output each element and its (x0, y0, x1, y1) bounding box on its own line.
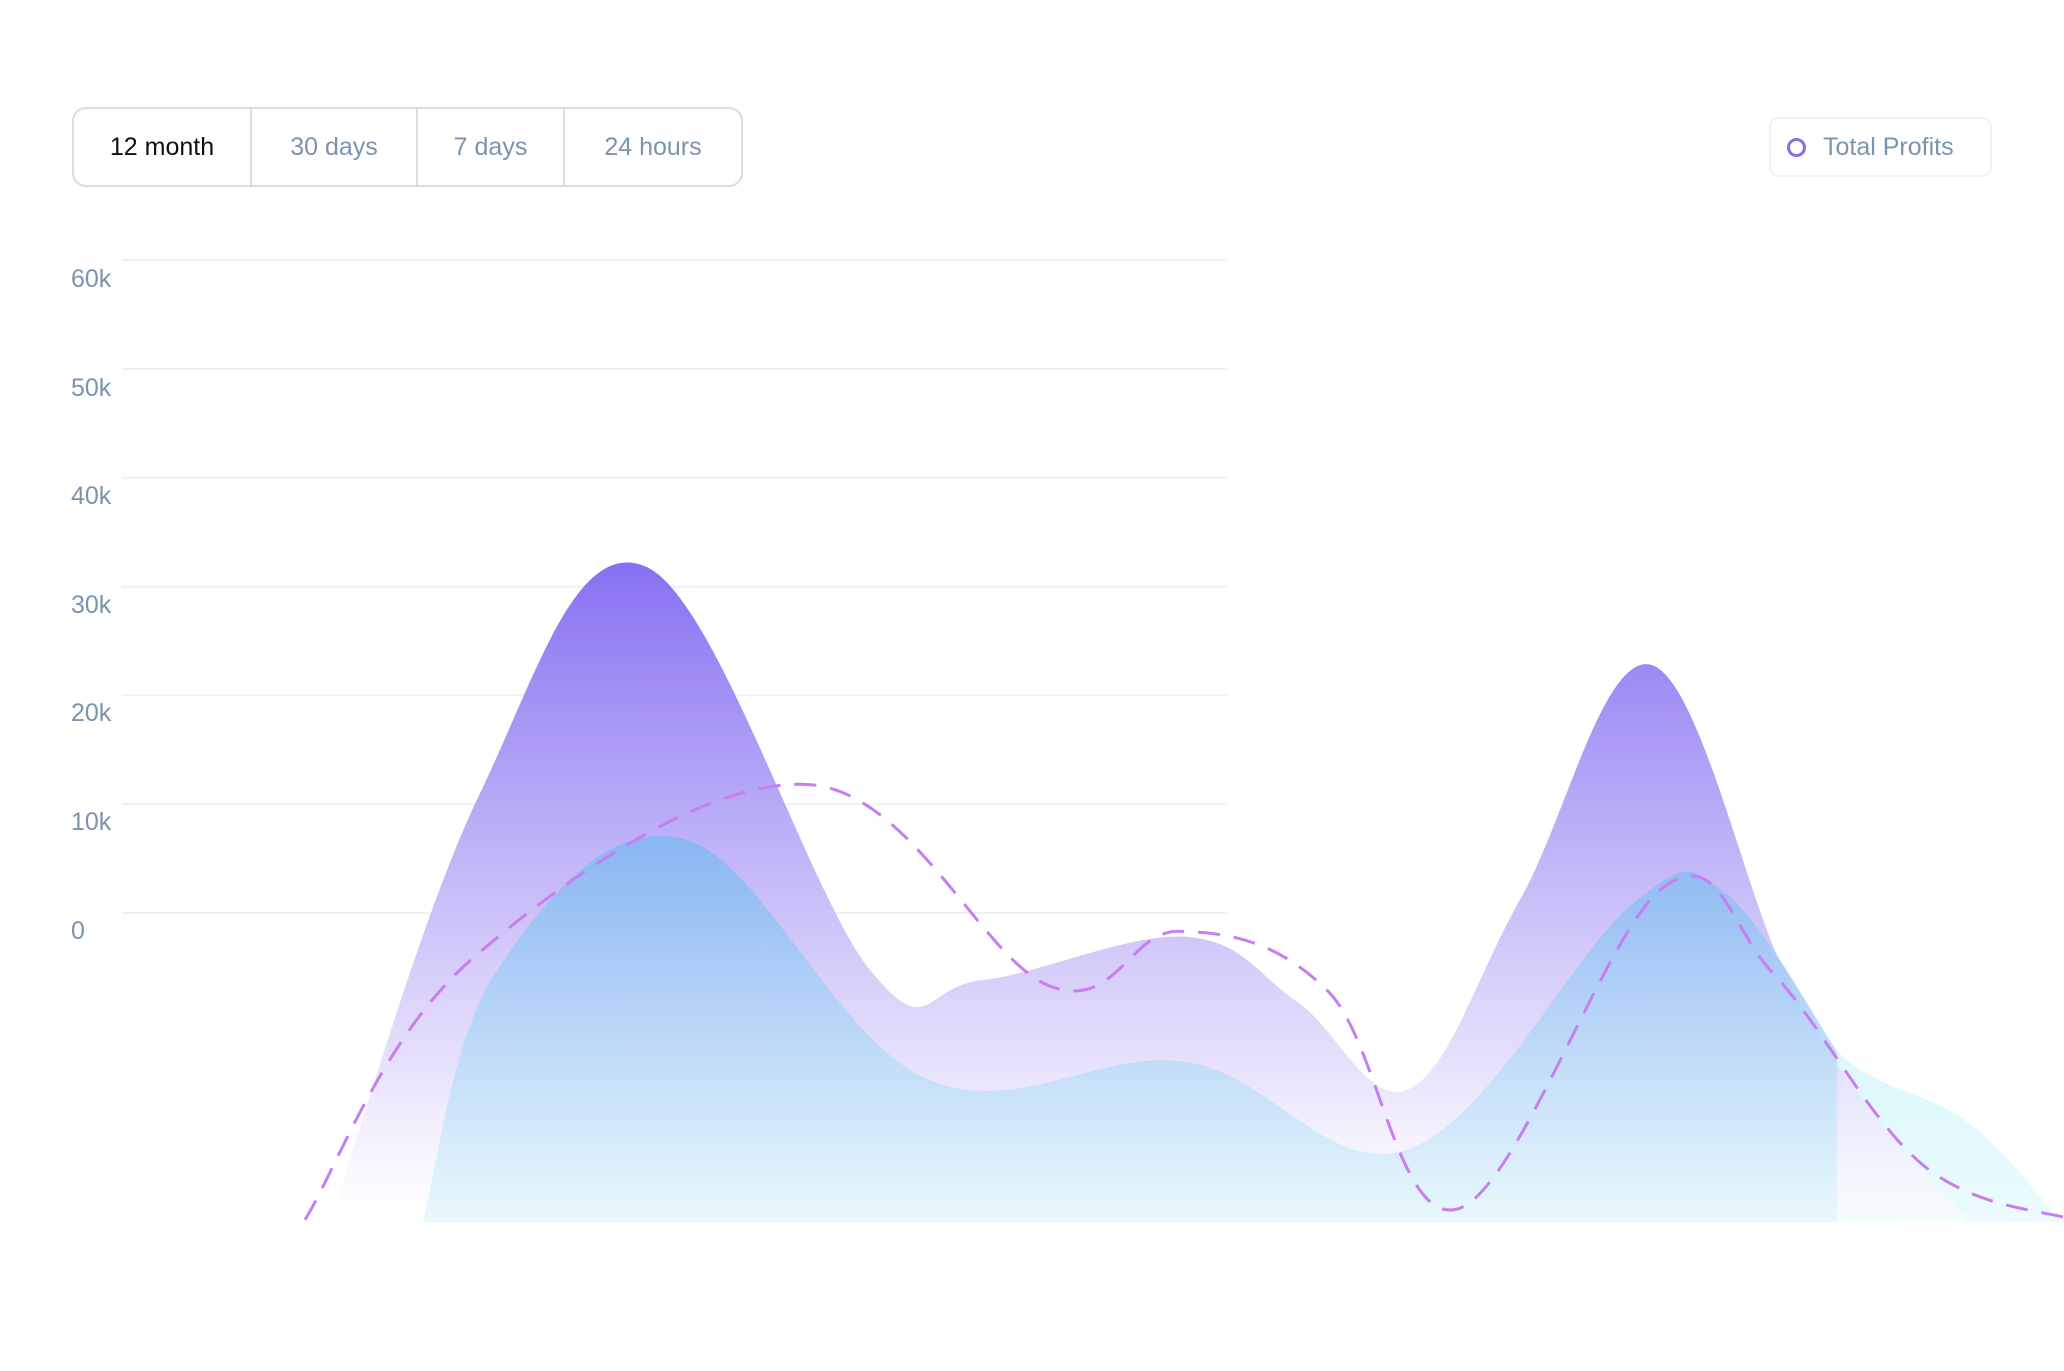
profits-area-chart (122, 259, 2064, 1222)
